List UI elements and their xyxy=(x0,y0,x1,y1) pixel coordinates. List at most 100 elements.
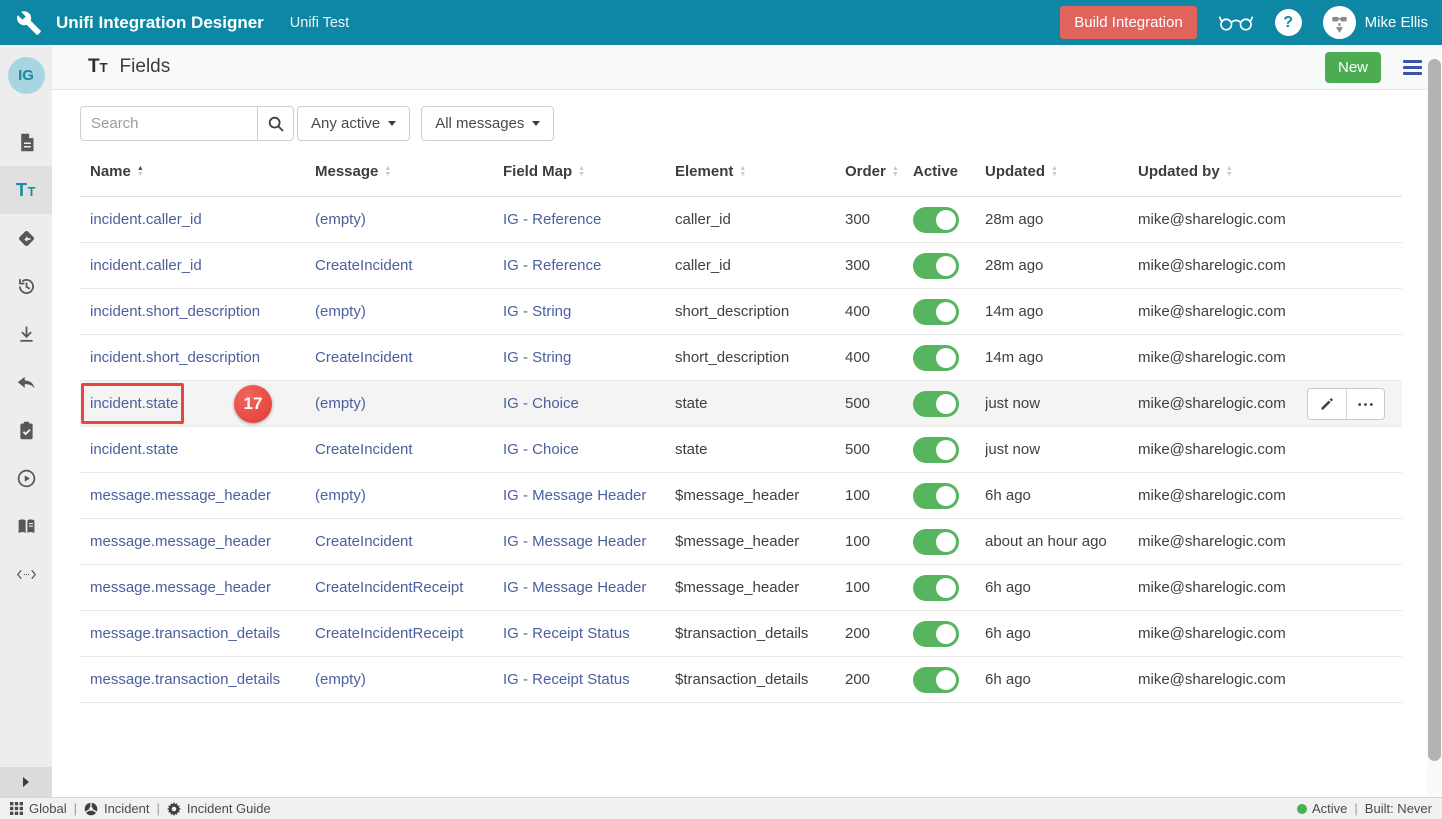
message-link[interactable]: (empty) xyxy=(315,395,366,412)
sidebar-item-responses[interactable] xyxy=(0,358,52,406)
message-link[interactable]: CreateIncident xyxy=(315,257,413,274)
cell-element: state xyxy=(675,395,845,412)
top-app-bar: Unifi Integration Designer Unifi Test Bu… xyxy=(0,0,1442,45)
active-toggle[interactable] xyxy=(913,621,959,647)
sidebar-item-tasks[interactable] xyxy=(0,406,52,454)
download-icon xyxy=(16,324,37,345)
field-map-link[interactable]: IG - Choice xyxy=(503,441,579,458)
edit-row-button[interactable] xyxy=(1308,389,1346,419)
field-name-link[interactable]: incident.caller_id xyxy=(90,257,202,274)
active-toggle[interactable] xyxy=(913,437,959,463)
field-name-link[interactable]: incident.state xyxy=(90,395,178,412)
active-filter-dropdown[interactable]: Any active xyxy=(297,106,410,141)
active-toggle[interactable] xyxy=(913,207,959,233)
message-link[interactable]: CreateIncidentReceipt xyxy=(315,579,463,596)
column-label: Order xyxy=(845,163,886,180)
active-toggle[interactable] xyxy=(913,391,959,417)
field-name-link[interactable]: incident.caller_id xyxy=(90,211,202,228)
scrollbar-thumb[interactable] xyxy=(1428,59,1441,761)
vertical-scrollbar[interactable] xyxy=(1427,46,1442,796)
search-button[interactable] xyxy=(257,106,294,141)
sidebar-item-messages[interactable] xyxy=(0,118,52,166)
field-map-link[interactable]: IG - Reference xyxy=(503,211,601,228)
help-icon[interactable]: ? xyxy=(1275,9,1302,36)
field-name-link[interactable]: message.message_header xyxy=(90,487,271,504)
sidebar-item-run[interactable] xyxy=(0,454,52,502)
cell-order: 400 xyxy=(845,349,913,366)
integration-avatar[interactable]: IG xyxy=(8,57,45,94)
field-map-link[interactable]: IG - Choice xyxy=(503,395,579,412)
table-row: incident.short_description (empty) IG - … xyxy=(80,289,1402,335)
column-header-name[interactable]: Name▲▼ xyxy=(80,163,315,180)
search-input[interactable] xyxy=(80,106,257,141)
active-toggle[interactable] xyxy=(913,529,959,555)
message-link[interactable]: CreateIncident xyxy=(315,533,413,550)
column-header-element[interactable]: Element▲▼ xyxy=(675,163,845,180)
column-header-order[interactable]: Order▲▼ xyxy=(845,163,913,180)
active-toggle[interactable] xyxy=(913,575,959,601)
scope-indicator[interactable]: Global xyxy=(10,801,67,816)
toggle-knob xyxy=(936,532,956,552)
sidebar-item-history[interactable] xyxy=(0,262,52,310)
message-link[interactable]: (empty) xyxy=(315,487,366,504)
field-map-link[interactable]: IG - String xyxy=(503,349,571,366)
application-indicator[interactable]: Incident xyxy=(84,801,150,816)
sidebar-item-import[interactable] xyxy=(0,310,52,358)
cell-updated-by: mike@sharelogic.com xyxy=(1138,257,1402,274)
field-name-link[interactable]: incident.short_description xyxy=(90,303,260,320)
field-name-link[interactable]: message.message_header xyxy=(90,579,271,596)
active-toggle[interactable] xyxy=(913,253,959,279)
sidebar-item-field-maps[interactable] xyxy=(0,214,52,262)
environment-name[interactable]: Unifi Test xyxy=(290,15,349,31)
column-header-message[interactable]: Message▲▼ xyxy=(315,163,503,180)
more-actions-button[interactable] xyxy=(1346,389,1384,419)
cell-name: incident.state xyxy=(80,395,315,412)
list-menu-icon[interactable] xyxy=(1403,60,1422,75)
integration-indicator[interactable]: Incident Guide xyxy=(167,801,271,816)
message-link[interactable]: (empty) xyxy=(315,211,366,228)
field-map-link[interactable]: IG - Receipt Status xyxy=(503,625,630,642)
field-map-link[interactable]: IG - Message Header xyxy=(503,533,646,550)
message-link[interactable]: (empty) xyxy=(315,671,366,688)
build-integration-button[interactable]: Build Integration xyxy=(1060,6,1196,39)
field-map-link[interactable]: IG - Reference xyxy=(503,257,601,274)
column-header-updated[interactable]: Updated▲▼ xyxy=(985,163,1138,180)
sidebar-item-scripts[interactable] xyxy=(0,550,52,598)
column-header-updated-by[interactable]: Updated by▲▼ xyxy=(1138,163,1402,180)
cell-order: 100 xyxy=(845,533,913,550)
cell-updated: about an hour ago xyxy=(985,533,1138,550)
preview-glasses-icon[interactable] xyxy=(1218,12,1254,34)
user-menu[interactable]: Mike Ellis xyxy=(1323,6,1428,39)
chevron-down-icon xyxy=(532,121,540,126)
new-button[interactable]: New xyxy=(1325,52,1381,83)
cell-updated-by: mike@sharelogic.com xyxy=(1138,487,1402,504)
incident-shutter-icon xyxy=(84,802,98,816)
user-avatar[interactable] xyxy=(1323,6,1356,39)
cell-active xyxy=(913,667,985,693)
field-name-link[interactable]: message.message_header xyxy=(90,533,271,550)
message-link[interactable]: CreateIncident xyxy=(315,349,413,366)
message-filter-dropdown[interactable]: All messages xyxy=(421,106,554,141)
sidebar-item-documentation[interactable] xyxy=(0,502,52,550)
field-map-link[interactable]: IG - Message Header xyxy=(503,487,646,504)
active-toggle[interactable] xyxy=(913,345,959,371)
left-sidebar: IG Tt xyxy=(0,45,52,797)
field-map-link[interactable]: IG - Message Header xyxy=(503,579,646,596)
sidebar-item-fields[interactable]: Tt xyxy=(0,166,52,214)
page-header-actions: New xyxy=(1325,52,1422,83)
cell-message: (empty) xyxy=(315,395,503,412)
field-name-link[interactable]: message.transaction_details xyxy=(90,625,280,642)
field-map-link[interactable]: IG - Receipt Status xyxy=(503,671,630,688)
column-header-field-map[interactable]: Field Map▲▼ xyxy=(503,163,675,180)
active-toggle[interactable] xyxy=(913,299,959,325)
message-link[interactable]: CreateIncident xyxy=(315,441,413,458)
sidebar-collapse-button[interactable] xyxy=(0,767,52,797)
field-name-link[interactable]: incident.state xyxy=(90,441,178,458)
active-toggle[interactable] xyxy=(913,483,959,509)
message-link[interactable]: CreateIncidentReceipt xyxy=(315,625,463,642)
field-map-link[interactable]: IG - String xyxy=(503,303,571,320)
field-name-link[interactable]: message.transaction_details xyxy=(90,671,280,688)
message-link[interactable]: (empty) xyxy=(315,303,366,320)
active-toggle[interactable] xyxy=(913,667,959,693)
field-name-link[interactable]: incident.short_description xyxy=(90,349,260,366)
